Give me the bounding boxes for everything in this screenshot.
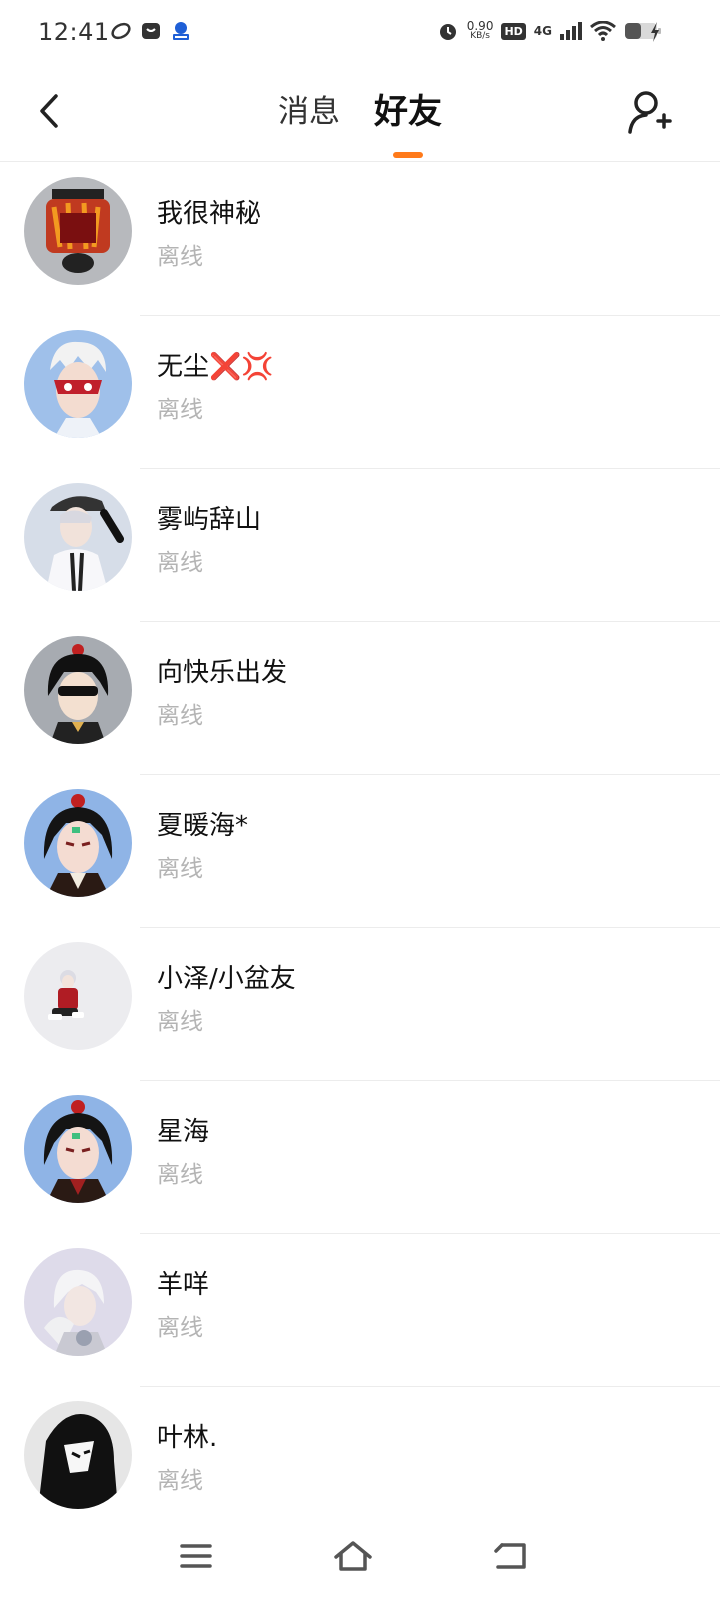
friend-name: 雾屿辞山 — [157, 505, 262, 535]
friend-status: 离线 — [157, 1162, 203, 1188]
avatar[interactable] — [24, 483, 132, 591]
home-icon — [334, 1541, 372, 1571]
app-leaf-icon — [111, 22, 131, 40]
tab-friends-label: 好友 — [374, 92, 442, 132]
home-button[interactable] — [331, 1536, 375, 1576]
tab-friends[interactable]: 好友 — [374, 90, 442, 158]
wifi-icon — [590, 21, 616, 41]
friend-item[interactable]: 夏暖海* 离线 — [0, 775, 720, 928]
friend-name: 夏暖海* — [157, 811, 249, 841]
avatar[interactable] — [24, 1095, 132, 1203]
active-tab-indicator — [393, 152, 423, 158]
tab-bar: 消息 好友 — [0, 90, 720, 158]
friend-item[interactable]: 羊咩 离线 — [0, 1234, 720, 1387]
avatar[interactable] — [24, 330, 132, 438]
hd-badge: HD — [501, 22, 526, 40]
friend-status: 离线 — [157, 244, 203, 270]
avatar[interactable] — [24, 789, 132, 897]
signal-icon — [560, 22, 582, 40]
friend-status: 离线 — [157, 1315, 203, 1341]
friend-name: 无尘❌💢 — [157, 352, 274, 382]
menu-button[interactable] — [174, 1536, 218, 1576]
tab-messages[interactable]: 消息 — [278, 90, 340, 134]
system-icons: 0.90 KB/s HD 4G — [437, 20, 662, 42]
network-type: 4G — [533, 24, 552, 38]
return-icon — [494, 1543, 526, 1569]
add-user-icon — [628, 91, 672, 134]
friend-status: 离线 — [157, 1468, 203, 1494]
menu-icon — [180, 1544, 212, 1568]
friend-status: 离线 — [157, 397, 203, 423]
friend-item[interactable]: 星海 离线 — [0, 1081, 720, 1234]
friend-status: 离线 — [157, 856, 203, 882]
net-speed-value: 0.90 — [466, 19, 494, 33]
app-shield-icon — [173, 22, 189, 40]
friend-status: 离线 — [157, 550, 203, 576]
friend-status: 离线 — [157, 703, 203, 729]
friend-item[interactable]: 我很神秘 离线 — [0, 163, 720, 316]
add-friend-button[interactable] — [626, 88, 676, 138]
alarm-icon — [439, 24, 456, 40]
friend-name: 小泽/小盆友 — [157, 964, 296, 994]
notification-icons — [110, 20, 192, 42]
friend-name: 叶林. — [157, 1423, 218, 1453]
friend-item[interactable]: 向快乐出发 离线 — [0, 622, 720, 775]
back-nav-button[interactable] — [488, 1536, 532, 1576]
system-nav-bar — [0, 1516, 720, 1600]
friend-item[interactable]: 小泽/小盆友 离线 — [0, 928, 720, 1081]
friend-item[interactable]: 无尘❌💢 离线 — [0, 316, 720, 469]
friend-name: 羊咩 — [157, 1270, 210, 1300]
tab-messages-label: 消息 — [278, 94, 340, 130]
friend-name: 向快乐出发 — [157, 658, 288, 688]
friend-item[interactable]: 雾屿辞山 离线 — [0, 469, 720, 622]
app-chat-icon — [142, 23, 160, 39]
friend-name: 我很神秘 — [157, 199, 262, 229]
net-speed: 0.90 KB/s — [466, 19, 494, 41]
status-bar: 12:41 0.90 KB/s HD 4G — [0, 0, 720, 66]
charging-icon — [651, 22, 659, 42]
avatar[interactable] — [24, 1248, 132, 1356]
avatar[interactable] — [24, 636, 132, 744]
friend-name: 星海 — [157, 1117, 210, 1147]
friend-status: 离线 — [157, 1009, 203, 1035]
net-speed-unit: KB/s — [470, 31, 490, 41]
avatar[interactable] — [24, 1401, 132, 1509]
avatar[interactable] — [24, 177, 132, 285]
avatar[interactable] — [24, 942, 132, 1050]
status-time: 12:41 — [38, 18, 110, 46]
top-bar: 消息 好友 — [0, 66, 720, 162]
friend-list: 我很神秘 离线 无尘❌💢 离线 雾屿辞山 离线 向快乐出发 离线 夏暖海* 离线 — [0, 163, 720, 1540]
